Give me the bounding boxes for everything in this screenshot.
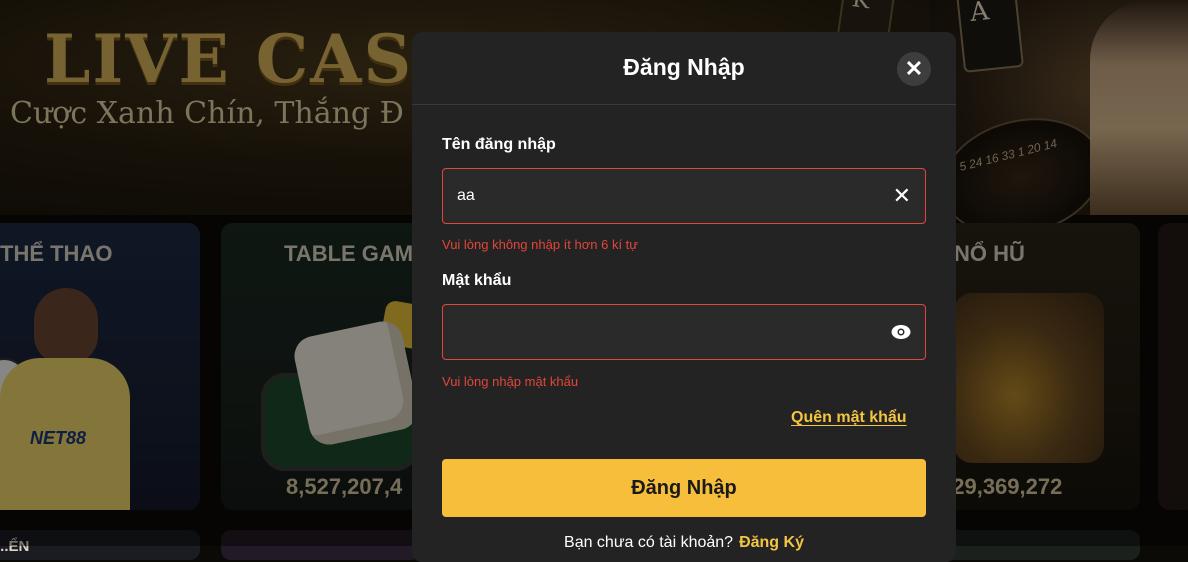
login-button[interactable]: Đăng Nhập <box>442 459 926 517</box>
username-value: aa <box>457 187 475 204</box>
signup-link[interactable]: Đăng Ký <box>739 534 804 551</box>
signup-prompt: Bạn chưa có tài khoản? <box>564 534 734 551</box>
modal-title: Đăng Nhập <box>623 54 745 80</box>
close-button[interactable]: ✕ <box>897 52 931 86</box>
clear-input-icon[interactable]: ✕ <box>893 181 911 211</box>
modal-header: Đăng Nhập ✕ <box>412 32 956 105</box>
password-field[interactable] <box>442 304 926 360</box>
login-modal: Đăng Nhập ✕ Tên đăng nhập aa ✕ Vui lòng … <box>412 32 956 562</box>
username-field[interactable]: aa ✕ <box>442 168 926 224</box>
signup-prompt-line: Bạn chưa có tài khoản? Đăng Ký <box>412 534 956 552</box>
password-error: Vui lòng nhập mật khẩu <box>442 374 579 389</box>
password-label: Mật khẩu <box>442 272 512 289</box>
forgot-password-link[interactable]: Quên mật khẩu <box>791 409 907 427</box>
username-label: Tên đăng nhập <box>442 136 556 153</box>
close-icon: ✕ <box>904 56 924 81</box>
show-password-icon[interactable] <box>891 324 911 340</box>
username-error: Vui lòng không nhập ít hơn 6 kí tự <box>442 237 638 252</box>
